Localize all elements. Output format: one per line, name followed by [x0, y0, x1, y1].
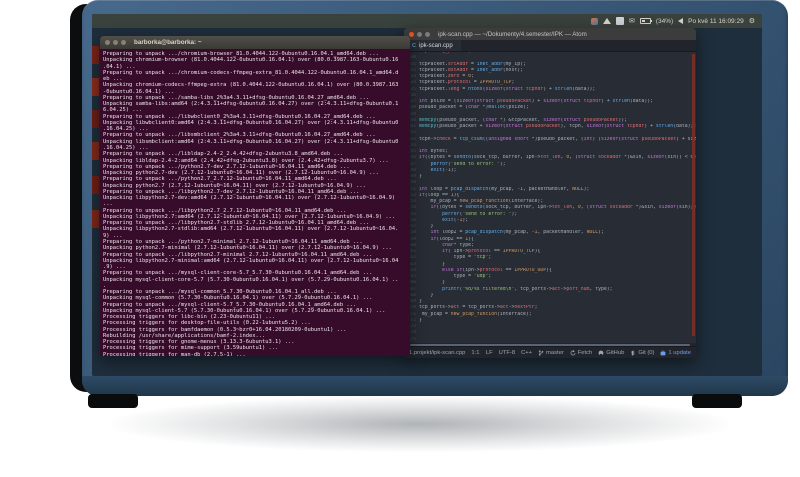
atom-titlebar[interactable]: ipk-scan.cpp — ~/Dokumenty/4.semester/IP… [404, 28, 696, 40]
maximize-button[interactable] [425, 31, 430, 37]
volume-icon[interactable] [678, 18, 684, 24]
tab-bar: C ipk-scan.cpp [404, 40, 696, 52]
terminal-line: Unpacking chromium-browser (81.0.4044.12… [103, 57, 399, 64]
terminal-window: barborka@barborka: ~ Preparing to unpack… [100, 36, 410, 356]
wifi-icon[interactable] [602, 18, 611, 24]
status-language[interactable]: C++ [521, 350, 532, 356]
github-icon [598, 350, 604, 356]
code-line: 343 tcph->check = tcp_csum((unsigned shor… [407, 136, 696, 142]
battery-icon[interactable] [639, 18, 652, 24]
sync-icon [570, 349, 576, 356]
tab-label: ipk-scan.cpp [418, 42, 453, 49]
window-title: ipk-scan.cpp — ~/Dokumenty/4.semester/IP… [438, 30, 587, 38]
terminal-line: Unpacking libwbclient0:amd64 (2:4.3.11+d… [103, 119, 399, 126]
minimize-button[interactable] [113, 40, 118, 45]
status-git-branch[interactable]: master [538, 350, 564, 356]
launcher-icon[interactable] [92, 176, 99, 194]
atom-window: ipk-scan.cpp — ~/Dokumenty/4.semester/IP… [404, 28, 696, 358]
terminal-line: Preparing to unpack .../libsmbclient_2%3… [103, 132, 376, 139]
terminal-line: Unpacking libpython2.7-minimal:amd64 (2.… [103, 257, 399, 264]
laptop-hinge [82, 376, 788, 396]
status-cursor-position[interactable]: 1:1 [471, 350, 479, 356]
terminal-line: Unpacking libldap-2.4-2:amd64 (2.4.42+df… [103, 157, 389, 164]
maximize-button[interactable] [121, 40, 126, 45]
desktop-screen: ✉ (34%) Po kvě 11 16:09:29 ⚙ ipk-scan.cp… [92, 14, 762, 376]
launcher-icon[interactable] [92, 78, 99, 96]
terminal-title: barborka@barborka: ~ [134, 39, 202, 46]
keyboard-layout-icon[interactable] [615, 17, 624, 25]
status-bar: 1.projekt/ipk-scan.cpp 1:1 LF UTF-8 C++ … [404, 346, 696, 358]
vertical-scrollbar[interactable] [692, 54, 695, 336]
close-button[interactable] [409, 31, 414, 37]
system-panel: ✉ (34%) Po kvě 11 16:09:29 ⚙ [92, 14, 762, 28]
launcher-icon[interactable] [92, 110, 99, 128]
terminal-line: Unpacking libpython2.7-dev:amd64 (2.7.12… [103, 195, 396, 202]
terminal-line: Preparing to unpack .../mysql-client-cor… [103, 270, 373, 277]
launcher-icon[interactable] [92, 142, 99, 160]
terminal-line: Unpacking libpython2.7-stdlib:amd64 (2.7… [103, 226, 399, 233]
battery-percent: (34%) [655, 17, 674, 25]
status-file-path[interactable]: 1.projekt/ipk-scan.cpp [409, 350, 465, 356]
laptop-shadow [110, 396, 730, 452]
terminal-line: Unpacking mysql-common (5.7.30-0ubuntu0.… [103, 295, 373, 302]
code-line: 375 [407, 336, 416, 342]
code-line: 341 memcpy(pseudo_packet + sizeof(struct … [407, 124, 696, 129]
terminal-line: Processing triggers for man-db (2.7.5-1)… [103, 351, 246, 356]
clock[interactable]: Po kvě 11 16:09:29 [688, 18, 744, 25]
terminal-titlebar[interactable]: barborka@barborka: ~ [100, 36, 410, 49]
app-indicator-icon[interactable] [590, 17, 598, 25]
terminal-line: Preparing to unpack .../libwbclient0_2%3… [103, 113, 376, 120]
cpp-file-icon: C [412, 42, 416, 49]
mail-icon[interactable]: ✉ [629, 18, 635, 25]
launcher-icon[interactable] [92, 210, 99, 228]
editor-lines: 329tcph->urg_ptr = 0;330331tcpPacket.src… [404, 52, 696, 343]
terminal-line: Unpacking python2.7 (2.7.12-1ubuntu0~16.… [103, 182, 366, 189]
terminal-line: Unpacking mysql-client-core-5.7 (5.7.30-… [103, 276, 399, 283]
status-updates[interactable]: 1 update [660, 350, 691, 356]
status-fetch[interactable]: Fetch [570, 349, 592, 356]
terminal-output[interactable]: Preparing to unpack .../chromium-browser… [100, 49, 410, 356]
terminal-line: Unpacking python2.7-minimal (2.7.12-1ubu… [103, 245, 392, 252]
close-button[interactable] [105, 40, 110, 45]
terminal-line: Preparing to unpack .../libpython2.7-min… [103, 251, 373, 258]
status-git-changes[interactable]: Git (0) [630, 350, 654, 356]
status-encoding[interactable]: UTF-8 [499, 350, 515, 356]
git-arrows-icon [630, 350, 636, 356]
minimize-button[interactable] [417, 31, 422, 37]
branch-icon [538, 349, 544, 356]
launcher-icon[interactable] [92, 46, 99, 64]
status-github[interactable]: GitHub [598, 350, 624, 356]
package-update-icon [660, 350, 666, 356]
laptop-mockup: ✉ (34%) Po kvě 11 16:09:29 ⚙ ipk-scan.cp… [0, 0, 800, 477]
tab-ipk-scan[interactable]: C ipk-scan.cpp [404, 40, 461, 51]
code-editor[interactable]: 329tcph->urg_ptr = 0;330331tcpPacket.src… [404, 52, 696, 343]
terminal-line: Preparing to unpack .../chromium-codecs-… [103, 69, 399, 76]
laptop-foot-left [88, 394, 138, 408]
gear-icon[interactable]: ⚙ [749, 18, 755, 25]
laptop-foot-right [692, 394, 742, 408]
terminal-line: Unpacking chromium-codecs-ffmpeg-extra (… [103, 82, 399, 89]
terminal-line: Unpacking samba-libs:amd64 (2:4.3.11+dfs… [103, 101, 399, 108]
status-line-ending[interactable]: LF [486, 350, 493, 356]
terminal-line: Unpacking libsmbclient:amd64 (2:4.3.11+d… [103, 138, 399, 145]
